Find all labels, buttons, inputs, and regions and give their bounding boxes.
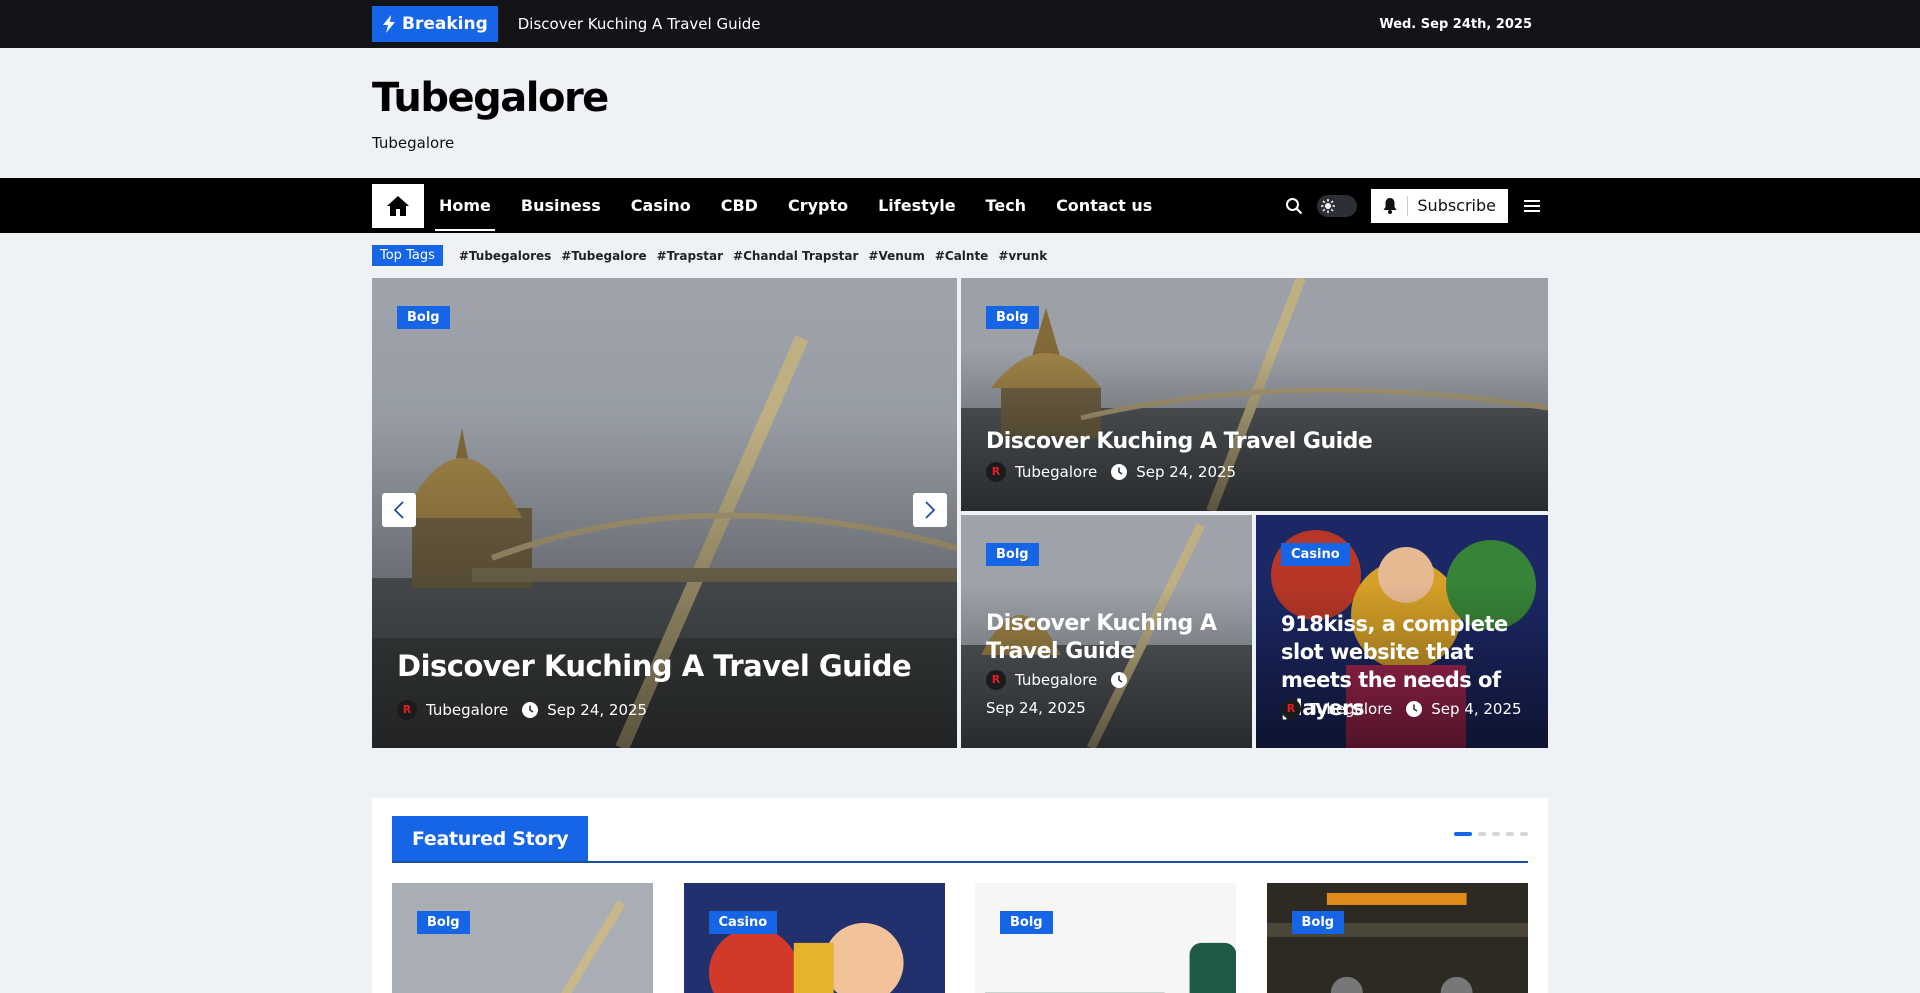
theme-toggle[interactable]: [1317, 194, 1358, 217]
tag-link[interactable]: #Calnte: [935, 249, 989, 263]
site-header: Tubegalore Tubegalore: [0, 48, 1920, 178]
post-date: Sep 4, 2025: [1431, 700, 1522, 718]
carousel-dot[interactable]: [1454, 832, 1472, 836]
menu-icon[interactable]: [1524, 199, 1540, 213]
tag-link[interactable]: #Chandal Trapstar: [733, 249, 858, 263]
post-meta: R Tubegalore Sep 4, 2025: [1281, 695, 1528, 723]
clock-icon: [1111, 464, 1128, 480]
main-navigation: Home Business Casino CBD Crypto Lifestyl…: [0, 178, 1920, 233]
search-icon[interactable]: [1285, 197, 1303, 215]
post-thumbnail: [392, 883, 654, 993]
author-name[interactable]: Tubegalore: [1015, 666, 1097, 694]
featured-card[interactable]: Bolg: [975, 883, 1237, 993]
slider-prev-button[interactable]: [382, 493, 416, 527]
nav-tools: Subscribe: [1285, 188, 1548, 223]
featured-card[interactable]: Casino: [683, 883, 946, 993]
tag-link[interactable]: #vrunk: [998, 249, 1047, 263]
featured-header: Featured Story: [392, 816, 1528, 863]
author-name[interactable]: Tubegalore: [426, 696, 508, 724]
post-thumbnail: [683, 883, 945, 993]
featured-title: Featured Story: [392, 816, 589, 861]
hero-side-card[interactable]: Bolg Discover Kuching A Travel Guide R T…: [961, 515, 1252, 748]
clock-icon: [1111, 672, 1128, 688]
bolt-icon: [383, 15, 395, 33]
nav-item-tech[interactable]: Tech: [986, 178, 1027, 233]
nav-item-business[interactable]: Business: [521, 178, 601, 233]
hero-main-card[interactable]: Bolg Discover Kuching A Travel Guide R T…: [372, 278, 957, 748]
chevron-left-icon: [393, 501, 404, 519]
category-badge[interactable]: Bolg: [397, 306, 450, 329]
category-badge[interactable]: Casino: [708, 911, 778, 934]
breaking-label: Breaking: [402, 14, 488, 34]
nav-item-casino[interactable]: Casino: [631, 178, 691, 233]
hero-side-card[interactable]: Casino 918kiss, a complete slot website …: [1256, 515, 1548, 748]
post-date: Sep 24, 2025: [986, 699, 1086, 717]
carousel-dots: [1454, 832, 1528, 836]
category-badge[interactable]: Bolg: [417, 911, 470, 934]
top-tags-row: Top Tags #Tubegalores #Tubegalore #Traps…: [372, 233, 1548, 278]
bell-icon: [1383, 197, 1397, 214]
nav-item-cbd[interactable]: CBD: [721, 178, 758, 233]
subscribe-divider: [1407, 195, 1409, 216]
author-name[interactable]: Tubegalore: [1310, 695, 1392, 723]
post-thumbnail: [1266, 883, 1528, 993]
clock-icon: [522, 702, 539, 718]
hero-side-card[interactable]: Bolg Discover Kuching A Travel Guide R T…: [961, 278, 1548, 511]
carousel-dot[interactable]: [1506, 832, 1514, 836]
category-badge[interactable]: Bolg: [1000, 911, 1053, 934]
featured-story-section: Featured Story Bolg Casino Bolg Bolg: [372, 798, 1548, 993]
site-title[interactable]: Tubegalore: [372, 76, 1548, 120]
nav-item-lifestyle[interactable]: Lifestyle: [878, 178, 955, 233]
top-bar: Breaking Discover Kuching A Travel Guide…: [0, 0, 1920, 48]
author-name[interactable]: Tubegalore: [1015, 458, 1097, 486]
featured-card[interactable]: Bolg: [392, 883, 654, 993]
slider-next-button[interactable]: [913, 493, 947, 527]
post-date: Sep 24, 2025: [1136, 463, 1237, 481]
breaking-badge[interactable]: Breaking: [372, 6, 498, 42]
post-date: Sep 24, 2025: [547, 701, 648, 719]
home-button[interactable]: [372, 183, 424, 228]
post-meta: R Tubegalore Sep 24, 2025: [397, 696, 937, 724]
carousel-dot[interactable]: [1492, 832, 1500, 836]
tag-link[interactable]: #Trapstar: [657, 249, 723, 263]
featured-card[interactable]: Bolg: [1266, 883, 1529, 993]
post-thumbnail: [975, 883, 1237, 993]
category-badge[interactable]: Bolg: [986, 543, 1039, 566]
nav-item-home[interactable]: Home: [435, 178, 495, 233]
author-avatar: R: [397, 700, 417, 720]
nav-item-contact-us[interactable]: Contact us: [1056, 178, 1152, 233]
sun-icon: [1320, 198, 1336, 214]
hero-side-grid: Bolg Discover Kuching A Travel Guide R T…: [961, 278, 1548, 748]
chevron-right-icon: [925, 501, 936, 519]
post-meta: R Tubegalore Sep 24, 2025: [986, 666, 1232, 722]
author-avatar: R: [986, 670, 1006, 690]
tag-link[interactable]: #Tubegalore: [561, 249, 646, 263]
post-title[interactable]: Discover Kuching A Travel Guide: [397, 649, 937, 683]
featured-cards: Bolg Casino Bolg Bolg: [392, 883, 1528, 993]
tag-link[interactable]: #Tubegalores: [459, 249, 551, 263]
subscribe-label: Subscribe: [1417, 196, 1496, 215]
carousel-dot[interactable]: [1478, 832, 1486, 836]
author-avatar: R: [986, 462, 1006, 482]
author-avatar: R: [1281, 699, 1301, 719]
subscribe-button[interactable]: Subscribe: [1371, 188, 1508, 223]
carousel-dot[interactable]: [1520, 832, 1528, 836]
post-title[interactable]: Discover Kuching A Travel Guide: [986, 428, 1528, 456]
post-meta: R Tubegalore Sep 24, 2025: [986, 458, 1528, 486]
hero-section: Bolg Discover Kuching A Travel Guide R T…: [372, 278, 1548, 748]
current-date: Wed. Sep 24th, 2025: [1379, 16, 1532, 32]
hero-bottom-row: Bolg Discover Kuching A Travel Guide R T…: [961, 515, 1548, 748]
tag-link[interactable]: #Venum: [868, 249, 924, 263]
clock-icon: [1406, 701, 1423, 717]
category-badge[interactable]: Casino: [1281, 543, 1350, 566]
category-badge[interactable]: Bolg: [1291, 911, 1345, 934]
site-tagline: Tubegalore: [372, 134, 455, 152]
top-tags-label: Top Tags: [372, 245, 443, 266]
post-title[interactable]: Discover Kuching A Travel Guide: [986, 610, 1232, 666]
category-badge[interactable]: Bolg: [986, 306, 1039, 329]
home-icon: [387, 195, 409, 216]
nav-item-crypto[interactable]: Crypto: [788, 178, 848, 233]
breaking-headline-link[interactable]: Discover Kuching A Travel Guide: [518, 15, 761, 33]
